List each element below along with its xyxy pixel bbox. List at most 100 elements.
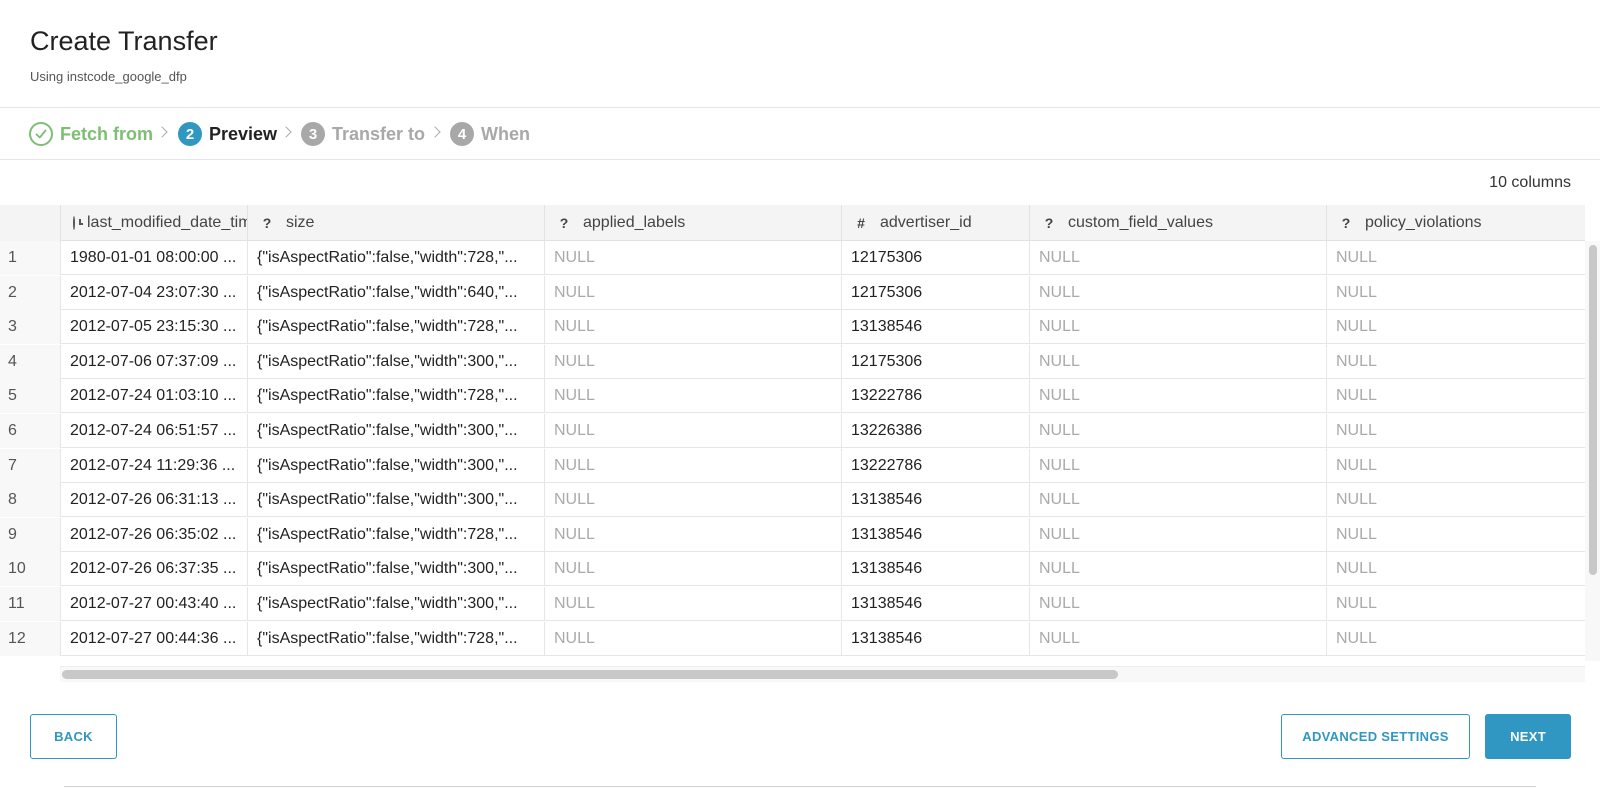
row-index: 9 xyxy=(0,517,60,552)
number-type-icon: # xyxy=(857,215,865,231)
column-header-custom-field-values[interactable]: ? custom_field_values xyxy=(1029,205,1326,241)
clock-icon xyxy=(73,216,83,230)
row-index: 10 xyxy=(0,552,60,587)
chevron-right-icon xyxy=(280,126,292,138)
unknown-type-icon: ? xyxy=(1341,215,1351,231)
next-button[interactable]: NEXT xyxy=(1485,714,1571,759)
column-name: custom_field_values xyxy=(1068,214,1213,231)
row-index: 4 xyxy=(0,344,60,379)
column-header-policy-violations[interactable]: ? policy_violations xyxy=(1326,205,1585,241)
step-transfer-to[interactable]: 3 Transfer to xyxy=(301,121,425,147)
column-header-advertiser-id[interactable]: # advertiser_id xyxy=(841,205,1029,241)
advanced-settings-button[interactable]: ADVANCED SETTINGS xyxy=(1281,714,1470,759)
preview-table: last_modified_date_time ? size ? applied… xyxy=(0,205,1585,685)
table-cell: 13138546 xyxy=(841,483,1029,518)
step-fetch-from[interactable]: Fetch from xyxy=(29,121,153,147)
column-header-size[interactable]: ? size xyxy=(247,205,544,241)
table-row: 10 2012-07-26 06:37:35 ... {"isAspectRatio… xyxy=(0,552,1585,587)
page-header: Create Transfer Using instcode_google_df… xyxy=(0,0,1600,108)
table-cell: NULL xyxy=(544,587,841,621)
table-cell: NULL xyxy=(1326,379,1585,414)
column-name: applied_labels xyxy=(583,214,686,231)
table-cell: NULL xyxy=(1326,483,1585,518)
column-count: 10 columns xyxy=(1489,174,1571,191)
row-index: 5 xyxy=(0,379,60,414)
step-when[interactable]: 4 When xyxy=(450,121,530,147)
table-cell: {"isAspectRatio":false,"width":640,"... xyxy=(247,275,544,310)
table-cell: 12175306 xyxy=(841,275,1029,310)
table-cell: 2012-07-26 06:37:35 ... xyxy=(60,552,247,587)
table-cell: NULL xyxy=(1029,587,1326,621)
table-cell: 13222786 xyxy=(841,379,1029,414)
table-row: 2 2012-07-04 23:07:30 ... {"isAspectRatio"… xyxy=(0,275,1585,310)
table-cell: NULL xyxy=(1326,587,1585,621)
table-cell: {"isAspectRatio":false,"width":300,"... xyxy=(247,414,544,448)
table-cell: NULL xyxy=(1326,552,1585,587)
table-cell: NULL xyxy=(1326,414,1585,448)
unknown-type-icon: ? xyxy=(262,215,272,231)
column-name: size xyxy=(286,214,315,231)
row-index: 7 xyxy=(0,448,60,483)
table-cell: NULL xyxy=(1029,414,1326,448)
page-subtitle: Using instcode_google_dfp xyxy=(30,69,187,84)
step-label: When xyxy=(481,123,530,144)
table-cell: 13226386 xyxy=(841,414,1029,448)
table-cell: NULL xyxy=(544,517,841,552)
footer-divider xyxy=(64,786,1536,787)
table-cell: 13138546 xyxy=(841,552,1029,587)
table-cell: {"isAspectRatio":false,"width":300,"... xyxy=(247,552,544,587)
table-cell: {"isAspectRatio":false,"width":300,"... xyxy=(247,344,544,379)
table-cell: NULL xyxy=(1326,241,1585,275)
table-cell: NULL xyxy=(1326,275,1585,310)
unknown-type-icon: ? xyxy=(559,215,569,231)
row-index: 12 xyxy=(0,621,60,656)
column-header-applied-labels[interactable]: ? applied_labels xyxy=(544,205,841,241)
table-cell: {"isAspectRatio":false,"width":300,"... xyxy=(247,483,544,518)
table-row: 1 1980-01-01 08:00:00 ... {"isAspectRatio"… xyxy=(0,241,1585,275)
step-label: Preview xyxy=(209,123,278,144)
chevron-right-icon xyxy=(429,126,441,138)
check-icon xyxy=(29,122,53,146)
table-cell: 2012-07-27 00:44:36 ... xyxy=(60,621,247,656)
table-cell: 13138546 xyxy=(841,621,1029,656)
row-index: 2 xyxy=(0,275,60,310)
step-label: Fetch from xyxy=(60,123,154,144)
table-header-row: last_modified_date_time ? size ? applied… xyxy=(0,205,1585,241)
table-cell: 12175306 xyxy=(841,241,1029,275)
step-preview[interactable]: 2 Preview xyxy=(178,121,277,147)
table-cell: {"isAspectRatio":false,"width":300,"... xyxy=(247,587,544,621)
vertical-scrollbar-thumb[interactable] xyxy=(1589,245,1597,575)
table-row: 4 2012-07-06 07:37:09 ... {"isAspectRatio"… xyxy=(0,344,1585,379)
table-cell: 13138546 xyxy=(841,587,1029,621)
table-cell: NULL xyxy=(544,483,841,518)
table-cell: NULL xyxy=(1029,241,1326,275)
table-cell: NULL xyxy=(1029,621,1326,656)
table-cell: 2012-07-04 23:07:30 ... xyxy=(60,275,247,310)
table-row: 6 2012-07-24 06:51:57 ... {"isAspectRatio"… xyxy=(0,414,1585,448)
horizontal-scrollbar-thumb[interactable] xyxy=(62,670,1118,679)
table-cell: 2012-07-24 06:51:57 ... xyxy=(60,414,247,448)
table-cell: NULL xyxy=(1326,310,1585,345)
table-cell: NULL xyxy=(1029,552,1326,587)
step-label: Transfer to xyxy=(332,123,426,144)
table-cell: NULL xyxy=(544,344,841,379)
table-cell: NULL xyxy=(1029,483,1326,518)
column-name: advertiser_id xyxy=(880,214,972,231)
table-row: 7 2012-07-24 11:29:36 ... {"isAspectRatio"… xyxy=(0,448,1585,483)
table-row: 8 2012-07-26 06:31:13 ... {"isAspectRatio"… xyxy=(0,483,1585,518)
table-cell: NULL xyxy=(544,275,841,310)
table-row: 11 2012-07-27 00:43:40 ... {"isAspectRatio… xyxy=(0,587,1585,621)
table-cell: 2012-07-26 06:31:13 ... xyxy=(60,483,247,518)
table-cell: NULL xyxy=(1029,344,1326,379)
unknown-type-icon: ? xyxy=(1044,215,1054,231)
row-index: 11 xyxy=(0,587,60,621)
back-button[interactable]: BACK xyxy=(30,714,117,759)
table-cell: {"isAspectRatio":false,"width":728,"... xyxy=(247,517,544,552)
step-number-badge: 2 xyxy=(178,122,202,146)
row-index: 8 xyxy=(0,483,60,518)
column-header-last-modified[interactable]: last_modified_date_time xyxy=(60,205,247,241)
table-cell: NULL xyxy=(544,552,841,587)
table-cell: NULL xyxy=(1326,621,1585,656)
table-cell: {"isAspectRatio":false,"width":300,"... xyxy=(247,448,544,483)
wizard-steps: Fetch from 2 Preview 3 Transfer to 4 Whe… xyxy=(0,108,1600,160)
